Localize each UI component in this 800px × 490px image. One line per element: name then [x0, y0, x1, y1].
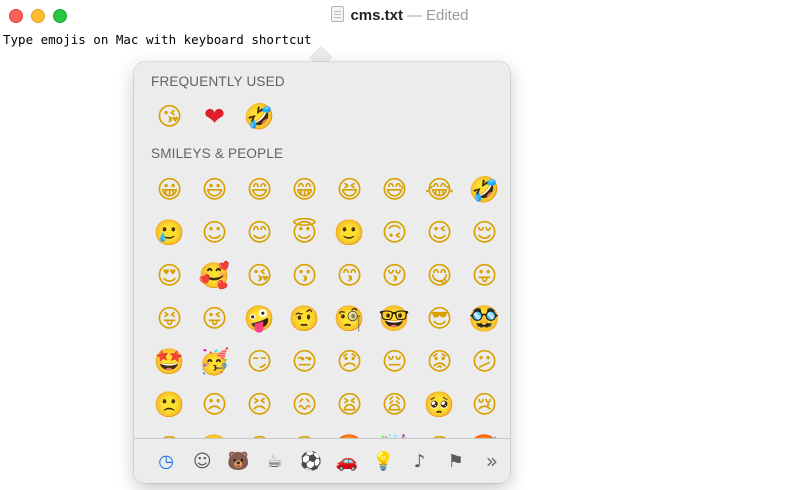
emoji-row: 🤩 🥳 😏 😒 😞 😔 😟 😕: [147, 340, 507, 383]
document-icon[interactable]: [331, 6, 345, 22]
emoji-button[interactable]: 😉: [417, 215, 462, 251]
emoji-button[interactable]: 😤: [192, 430, 237, 438]
emoji-row: 🙁 ☹ 😣 😖 😫 😩 🥺 😢: [147, 383, 507, 426]
emoji-button[interactable]: ☺: [192, 215, 237, 251]
emoji-button[interactable]: 🤯: [372, 430, 417, 438]
emoji-button[interactable]: 🥳: [192, 344, 237, 380]
emoji-button[interactable]: 😞: [327, 344, 372, 380]
section-title-smileys-people: SMILEYS & PEOPLE: [151, 146, 284, 161]
emoji-button[interactable]: 😇: [282, 215, 327, 251]
category-tab-symbols-icon[interactable]: ♪: [401, 447, 437, 475]
emoji-button[interactable]: 😝: [147, 301, 192, 337]
emoji-button[interactable]: 😭: [147, 430, 192, 438]
emoji-button[interactable]: 😛: [462, 258, 507, 294]
emoji-button[interactable]: 😔: [372, 344, 417, 380]
emoji-button[interactable]: 😅: [372, 172, 417, 208]
emoji-button[interactable]: 😂: [417, 172, 462, 208]
emoji-button[interactable]: 🤣: [237, 98, 282, 134]
emoji-button[interactable]: 🙂: [327, 215, 372, 251]
emoji-button[interactable]: 😌: [462, 215, 507, 251]
emoji-button[interactable]: 😋: [417, 258, 462, 294]
emoji-button[interactable]: 🤓: [372, 301, 417, 337]
emoji-button[interactable]: 🤣: [462, 172, 507, 208]
emoji-button[interactable]: 😠: [237, 430, 282, 438]
emoji-button[interactable]: 😩: [372, 387, 417, 423]
frequently-used-row: 😘 ❤ 🤣: [147, 98, 282, 134]
emoji-button[interactable]: 😫: [327, 387, 372, 423]
emoji-button[interactable]: 😙: [327, 258, 372, 294]
emoji-row: 😝 😜 🤪 🤨 🧐 🤓 😎 🥸: [147, 297, 507, 340]
category-tab-travel-places-icon[interactable]: 🚗: [329, 447, 365, 475]
category-tab-smileys-people-icon[interactable]: ☺: [184, 447, 220, 475]
emoji-button[interactable]: 😕: [462, 344, 507, 380]
category-tab-objects-icon[interactable]: 💡: [365, 447, 401, 475]
file-name[interactable]: cms.txt: [350, 7, 403, 24]
emoji-button[interactable]: 😣: [237, 387, 282, 423]
emoji-button[interactable]: 😒: [282, 344, 327, 380]
emoji-button[interactable]: 😢: [462, 387, 507, 423]
emoji-button[interactable]: 😟: [417, 344, 462, 380]
emoji-button[interactable]: 🥲: [147, 215, 192, 251]
title-separator: —: [406, 7, 422, 24]
emoji-button[interactable]: 🙁: [147, 387, 192, 423]
emoji-button[interactable]: 😜: [192, 301, 237, 337]
edited-status[interactable]: Edited: [426, 7, 469, 24]
emoji-button[interactable]: 😚: [372, 258, 417, 294]
emoji-button[interactable]: 🙃: [372, 215, 417, 251]
section-title-frequently-used: FREQUENTLY USED: [151, 74, 285, 89]
emoji-button[interactable]: 😖: [282, 387, 327, 423]
window-title: cms.txt — Edited: [0, 6, 800, 25]
category-tab-activity-icon[interactable]: ⚽: [293, 447, 329, 475]
emoji-button[interactable]: 😄: [237, 172, 282, 208]
title-bar: cms.txt — Edited: [0, 0, 800, 30]
emoji-picker[interactable]: FREQUENTLY USED 😘 ❤ 🤣 SMILEYS & PEOPLE 😀 😃 😄…: [134, 62, 510, 483]
emoji-button[interactable]: ☹: [192, 387, 237, 423]
emoji-button[interactable]: 😏: [237, 344, 282, 380]
emoji-row: 😀 😃 😄 😁 😆 😅 😂 🤣: [147, 168, 507, 211]
emoji-button[interactable]: 🤬: [327, 430, 372, 438]
emoji-button[interactable]: 🥺: [417, 387, 462, 423]
emoji-button[interactable]: 😘: [147, 98, 192, 134]
category-tab-more-icon[interactable]: »: [474, 447, 510, 475]
emoji-button[interactable]: 😎: [417, 301, 462, 337]
emoji-button[interactable]: 😘: [237, 258, 282, 294]
emoji-button[interactable]: 🥰: [192, 258, 237, 294]
editor-text[interactable]: Type emojis on Mac with keyboard shortcu…: [3, 32, 312, 47]
category-tab-frequently-used-icon[interactable]: ◷: [148, 447, 184, 475]
category-tab-animals-nature-icon[interactable]: 🐻: [220, 447, 256, 475]
emoji-button[interactable]: 😊: [237, 215, 282, 251]
emoji-button[interactable]: 😀: [147, 172, 192, 208]
emoji-button[interactable]: 🤨: [282, 301, 327, 337]
category-tab-flags-icon[interactable]: ⚑: [438, 447, 474, 475]
emoji-button[interactable]: 😍: [147, 258, 192, 294]
emoji-row: 😭😤😠😡🤬🤯😳🥵: [147, 426, 507, 438]
emoji-button[interactable]: 😁: [282, 172, 327, 208]
smileys-grid: 😀 😃 😄 😁 😆 😅 😂 🤣 🥲 ☺ 😊 😇 🙂 🙃 😉 😌 😍 🥰 😘 😗 😙 😚 😋 😛 😝 😜 🤪 🤨 🧐 🤓 😎 🥸 🤩 🥳 😏 😒 😞 😔 😟 😕…: [147, 168, 507, 438]
emoji-button[interactable]: 😃: [192, 172, 237, 208]
emoji-button[interactable]: 🥸: [462, 301, 507, 337]
emoji-button[interactable]: ❤: [192, 98, 237, 134]
emoji-button[interactable]: 🧐: [327, 301, 372, 337]
emoji-button[interactable]: 🤪: [237, 301, 282, 337]
category-tab-food-drink-icon[interactable]: ☕: [257, 447, 293, 475]
category-tab-bar: ◷ ☺ 🐻 ☕ ⚽ 🚗 💡 ♪ ⚑»: [134, 438, 510, 483]
emoji-button[interactable]: 🤩: [147, 344, 192, 380]
emoji-button[interactable]: 🥵: [462, 430, 507, 438]
emoji-row: 🥲 ☺ 😊 😇 🙂 🙃 😉 😌: [147, 211, 507, 254]
emoji-button[interactable]: 😗: [282, 258, 327, 294]
emoji-button[interactable]: 😆: [327, 172, 372, 208]
emoji-row: 😍 🥰 😘 😗 😙 😚 😋 😛: [147, 254, 507, 297]
emoji-button[interactable]: 😡: [282, 430, 327, 438]
emoji-button[interactable]: 😳: [417, 430, 462, 438]
